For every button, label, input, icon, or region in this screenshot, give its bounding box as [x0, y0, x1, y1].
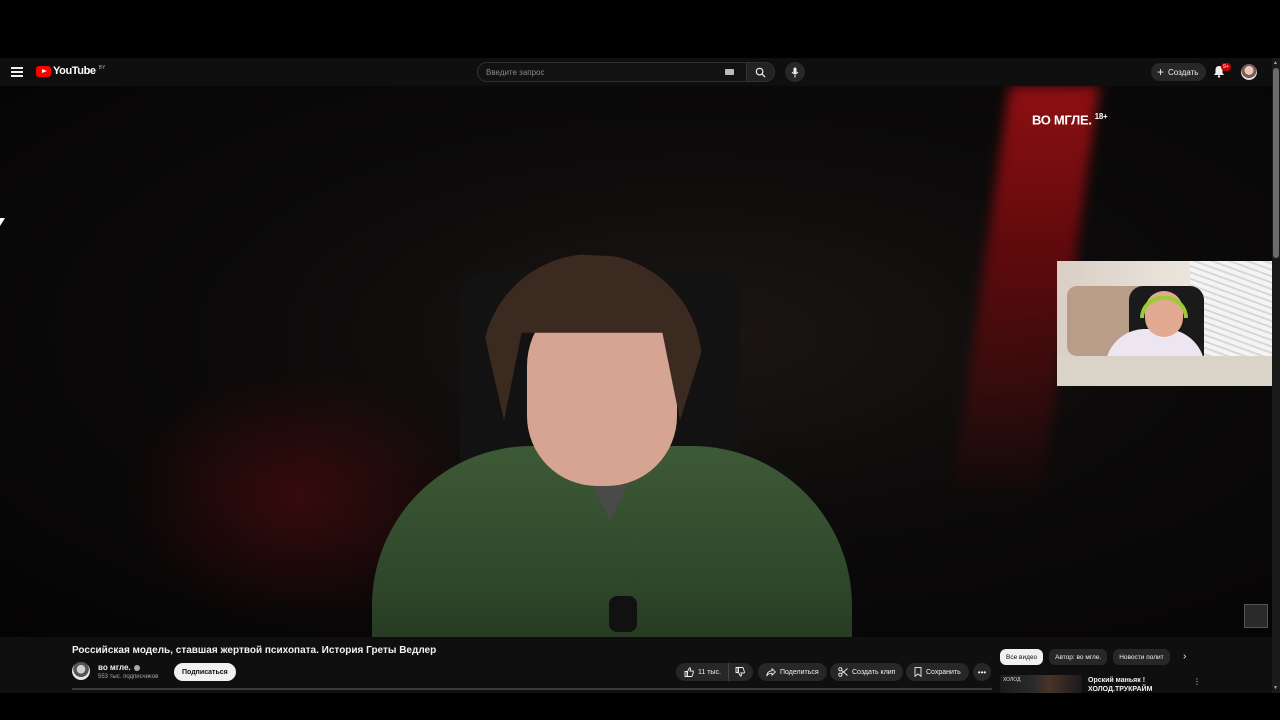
- create-label: Создать: [1168, 67, 1199, 77]
- voice-search-button[interactable]: [785, 62, 805, 82]
- scroll-down-icon[interactable]: ▼: [1273, 685, 1278, 691]
- channel-name[interactable]: во мгле.: [98, 663, 131, 672]
- plus-icon: +: [1157, 65, 1165, 79]
- video-progress-bar[interactable]: [72, 688, 992, 690]
- scroll-up-icon[interactable]: ▲: [1273, 60, 1278, 66]
- microphone-icon: [791, 67, 799, 77]
- create-clip-button[interactable]: Создать клип: [830, 663, 904, 681]
- thumbs-up-icon: [684, 667, 694, 677]
- age-rating: 18+: [1094, 112, 1108, 121]
- bookmark-icon: [914, 667, 922, 677]
- share-icon: [766, 667, 776, 676]
- like-dislike-group: 11 тыс.: [676, 663, 753, 681]
- lapel-microphone: [609, 596, 637, 632]
- recommendation-title-line2: ХОЛОД.ТРУКРАЙМ: [1088, 686, 1153, 693]
- webcam-floor: [1057, 356, 1280, 386]
- search-icon: [755, 67, 766, 78]
- save-action: Сохранить: [906, 663, 969, 681]
- channel-watermark: ВО МГЛЕ. 18+: [1032, 112, 1108, 128]
- logo-country-code: BY: [98, 64, 106, 71]
- channel-name-row[interactable]: во мгле.: [98, 663, 140, 672]
- like-button[interactable]: 11 тыс.: [676, 663, 729, 681]
- create-button[interactable]: + Создать: [1151, 63, 1207, 81]
- share-action: Поделиться: [758, 663, 827, 681]
- search-button[interactable]: [747, 62, 775, 82]
- channel-avatar[interactable]: [72, 662, 90, 680]
- youtube-logo[interactable]: YouTube BY: [36, 65, 105, 77]
- recommendation-title-line1: Орский маньяк !: [1088, 677, 1146, 684]
- watermark-text: ВО МГЛЕ.: [1032, 112, 1092, 128]
- more-actions-button[interactable]: •••: [973, 663, 991, 681]
- subscribe-button[interactable]: Подписаться: [174, 663, 236, 681]
- notifications-badge: 9+: [1221, 63, 1231, 71]
- chip-all-videos[interactable]: Все видео: [1000, 649, 1044, 665]
- chip-from-author[interactable]: Автор: во мгле.: [1049, 649, 1108, 665]
- share-label: Поделиться: [780, 668, 819, 676]
- keyboard-icon[interactable]: [725, 69, 734, 75]
- chevron-right-icon[interactable]: ›: [1183, 651, 1186, 662]
- thumbnail-text: ХОЛОД: [1003, 677, 1021, 683]
- recommendation-title[interactable]: Орский маньяк ! ХОЛОД.ТРУКРАЙМ: [1088, 676, 1178, 694]
- subscriber-count: 553 тыс. подписчиков: [98, 674, 159, 680]
- search-input[interactable]: [486, 67, 721, 77]
- webcam-overlay: [1057, 261, 1280, 386]
- save-label: Сохранить: [926, 668, 961, 676]
- video-title: Российская модель, ставшая жертвой психо…: [72, 645, 437, 656]
- logo-text: YouTube: [53, 65, 96, 77]
- scrollbar-thumb[interactable]: [1273, 68, 1279, 258]
- channel-branding-icon[interactable]: [1244, 604, 1268, 628]
- verified-icon: [133, 664, 140, 671]
- recommendation-chips: Все видео Автор: во мгле. Новости полит: [1000, 649, 1175, 665]
- dislike-button[interactable]: [729, 663, 753, 681]
- save-button[interactable]: Сохранить: [906, 663, 969, 681]
- thumbs-down-icon: [735, 667, 745, 677]
- masthead: YouTube BY + Создать 9+: [0, 58, 1272, 86]
- youtube-play-icon: [36, 65, 51, 77]
- search-box: [477, 62, 747, 82]
- menu-icon[interactable]: [10, 65, 24, 79]
- account-avatar[interactable]: [1241, 64, 1257, 80]
- mouse-cursor-icon: [0, 218, 5, 226]
- share-button[interactable]: Поделиться: [758, 663, 827, 681]
- video-info-panel: Российская модель, ставшая жертвой психо…: [0, 637, 1272, 693]
- more-vertical-icon[interactable]: ⋮: [1193, 677, 1201, 686]
- more-horizontal-icon: •••: [977, 667, 987, 677]
- chip-politics-news[interactable]: Новости полит: [1113, 649, 1170, 665]
- clip-action: Создать клип: [830, 663, 904, 681]
- clip-label: Создать клип: [852, 668, 896, 676]
- scissors-icon: [838, 667, 848, 677]
- recommendation-thumbnail[interactable]: ХОЛОД: [1000, 675, 1082, 693]
- like-count: 11 тыс.: [698, 668, 721, 676]
